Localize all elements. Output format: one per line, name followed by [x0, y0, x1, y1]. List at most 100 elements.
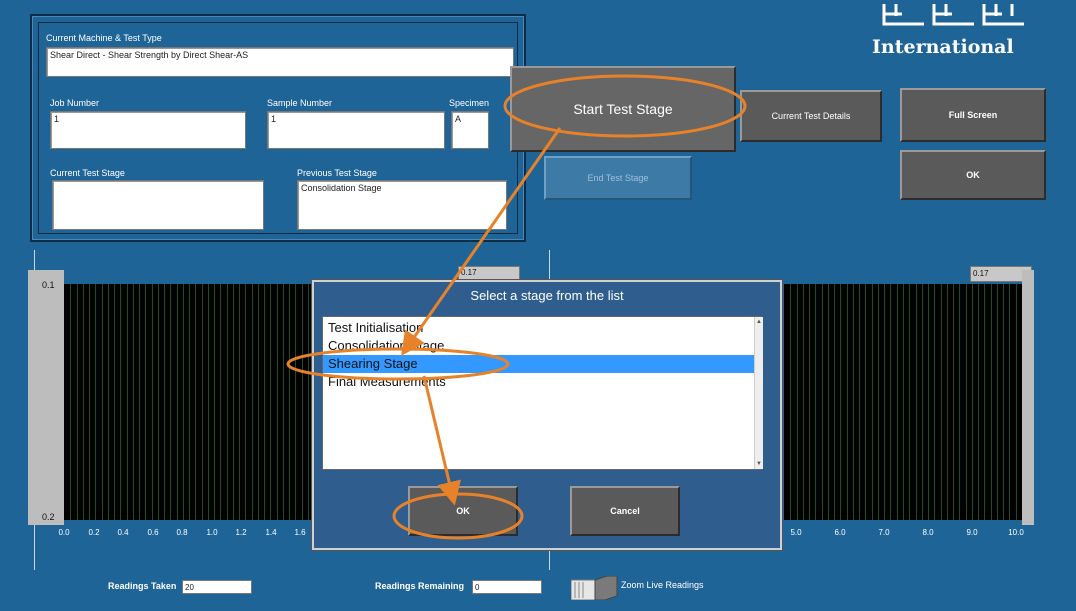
- grid-line: [878, 284, 879, 520]
- grid-line: [120, 284, 121, 520]
- x-tick-label: 0.2: [88, 528, 100, 537]
- job-number-field[interactable]: 1: [50, 111, 246, 149]
- grid-line: [102, 284, 103, 520]
- grid-line: [83, 284, 84, 520]
- grid-line: [953, 284, 954, 520]
- grid-line: [270, 284, 271, 520]
- grid-line: [859, 284, 860, 520]
- grid-line: [803, 284, 804, 520]
- grid-line: [202, 284, 203, 520]
- grid-line: [890, 284, 891, 520]
- stage-list-item[interactable]: Consolidation Stage: [323, 337, 761, 355]
- chart-left-gutter: [28, 270, 64, 525]
- grid-line: [884, 284, 885, 520]
- grid-line: [947, 284, 948, 520]
- specimen-label: Specimen: [449, 98, 490, 108]
- grid-line: [170, 284, 171, 520]
- previous-test-stage-field[interactable]: Consolidation Stage: [297, 180, 507, 230]
- grid-line: [77, 284, 78, 520]
- dialog-cancel-button[interactable]: Cancel: [570, 486, 680, 536]
- chart-right-x-axis: 5.0 6.0 7.0 8.0 9.0 10.0: [784, 528, 1030, 542]
- x-tick-label: 5.0: [790, 528, 802, 537]
- scroll-up-icon[interactable]: ▲: [756, 319, 762, 325]
- grid-line: [1016, 284, 1017, 520]
- readings-taken-field[interactable]: 20: [182, 580, 252, 594]
- grid-line: [139, 284, 140, 520]
- grid-line: [997, 284, 998, 520]
- grid-line: [127, 284, 128, 520]
- grid-line: [828, 284, 829, 520]
- machine-test-type-field[interactable]: Shear Direct - Shear Strength by Direct …: [46, 47, 514, 77]
- chart-right-gutter: [1022, 270, 1034, 525]
- grid-line: [302, 284, 303, 520]
- chart-left-ytick-bottom: 0.2: [42, 512, 55, 522]
- end-test-stage-button[interactable]: End Test Stage: [544, 156, 692, 200]
- grid-line: [822, 284, 823, 520]
- current-test-stage-label: Current Test Stage: [50, 168, 125, 178]
- grid-line: [972, 284, 973, 520]
- grid-line: [277, 284, 278, 520]
- start-test-stage-button[interactable]: Start Test Stage: [510, 66, 736, 152]
- stage-list-item[interactable]: Final Measurements: [323, 373, 761, 391]
- toggle-switch-icon: [570, 575, 618, 601]
- grid-line: [909, 284, 910, 520]
- grid-line: [865, 284, 866, 520]
- stage-list[interactable]: Test Initialisation Consolidation Stage Sh…: [322, 316, 762, 470]
- chart-left-readout: 0.17: [458, 266, 520, 280]
- grid-line: [95, 284, 96, 520]
- x-tick-label: 1.6: [294, 528, 306, 537]
- ok-button-main[interactable]: OK: [900, 150, 1046, 200]
- logo-text: International: [872, 36, 1014, 58]
- grid-line: [195, 284, 196, 520]
- full-screen-button[interactable]: Full Screen: [900, 88, 1046, 142]
- x-tick-label: 6.0: [834, 528, 846, 537]
- x-tick-label: 7.0: [878, 528, 890, 537]
- current-test-stage-field[interactable]: [52, 180, 264, 230]
- dialog-ok-button[interactable]: OK: [408, 486, 518, 536]
- x-tick-label: 0.0: [58, 528, 70, 537]
- x-tick-label: 9.0: [966, 528, 978, 537]
- grid-line: [928, 284, 929, 520]
- grid-line: [984, 284, 985, 520]
- grid-line: [1009, 284, 1010, 520]
- stage-list-scrollbar[interactable]: ▲ ▼: [754, 317, 763, 469]
- grid-line: [797, 284, 798, 520]
- grid-line: [108, 284, 109, 520]
- readings-remaining-field[interactable]: 0: [472, 580, 542, 594]
- scroll-down-icon[interactable]: ▼: [756, 461, 762, 467]
- zoom-live-readings-label: Zoom Live Readings: [621, 580, 704, 590]
- grid-line: [916, 284, 917, 520]
- grid-line: [189, 284, 190, 520]
- grid-line: [70, 284, 71, 520]
- grid-line: [152, 284, 153, 520]
- grid-line: [834, 284, 835, 520]
- x-tick-label: 0.6: [147, 528, 159, 537]
- specimen-field[interactable]: A: [451, 111, 489, 149]
- sample-number-field[interactable]: 1: [267, 111, 445, 149]
- zoom-live-readings-toggle[interactable]: [570, 575, 619, 601]
- grid-line: [164, 284, 165, 520]
- grid-line: [227, 284, 228, 520]
- x-tick-label: 1.0: [206, 528, 218, 537]
- current-test-details-button[interactable]: Current Test Details: [740, 90, 882, 142]
- grid-line: [264, 284, 265, 520]
- grid-line: [177, 284, 178, 520]
- grid-line: [1003, 284, 1004, 520]
- grid-line: [158, 284, 159, 520]
- stage-list-item[interactable]: Shearing Stage: [323, 355, 761, 373]
- grid-line: [897, 284, 898, 520]
- grid-line: [283, 284, 284, 520]
- grid-line: [922, 284, 923, 520]
- grid-line: [959, 284, 960, 520]
- chart-right-plot-area: [784, 284, 1022, 520]
- grid-line: [252, 284, 253, 520]
- grid-line: [815, 284, 816, 520]
- grid-line: [872, 284, 873, 520]
- grid-line: [853, 284, 854, 520]
- previous-test-stage-label: Previous Test Stage: [297, 168, 377, 178]
- grid-line: [809, 284, 810, 520]
- machine-label: Current Machine & Test Type: [46, 33, 162, 43]
- grid-line: [289, 284, 290, 520]
- stage-list-item[interactable]: Test Initialisation: [323, 319, 761, 337]
- job-number-label: Job Number: [50, 98, 100, 108]
